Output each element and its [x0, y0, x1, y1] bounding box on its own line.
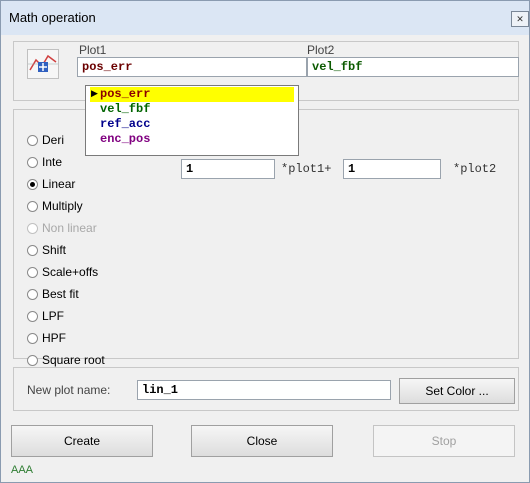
plot1-value: pos_err	[82, 60, 133, 74]
radio-label: LPF	[42, 309, 65, 323]
stop-button: Stop	[373, 425, 515, 457]
dropdown-item[interactable]: pos_err	[100, 87, 150, 101]
coef1-input[interactable]: 1	[181, 159, 275, 179]
plot1-select[interactable]: pos_err	[77, 57, 307, 77]
math-operation-window: Math operation ✕ Plot1 pos_err Plot2 vel…	[0, 0, 530, 483]
plot2-label: Plot2	[307, 43, 335, 57]
plot2-select[interactable]: vel_fbf	[307, 57, 519, 77]
dropdown-item[interactable]: enc_pos	[100, 132, 150, 146]
coef2-input[interactable]: 1	[343, 159, 441, 179]
new-plot-name-value: lin_1	[142, 383, 179, 397]
plot1-label: Plot1	[79, 43, 107, 57]
radio-label: Inte	[42, 155, 63, 169]
radio-label: Deri	[42, 133, 65, 147]
create-button[interactable]: Create	[11, 425, 153, 457]
radio-label: Square root	[42, 353, 105, 367]
plot2-coef-suffix: *plot2	[453, 162, 497, 176]
plot1-dropdown-list: ▶ pos_err vel_fbf ref_acc enc_pos	[85, 85, 299, 156]
radio-label: Best fit	[42, 287, 79, 301]
coef2-value: 1	[348, 162, 356, 176]
close-button[interactable]: Close	[191, 425, 333, 457]
dropdown-pointer-icon: ▶	[91, 88, 98, 98]
new-plot-name-label: New plot name:	[27, 383, 111, 397]
dropdown-item[interactable]: ref_acc	[100, 117, 150, 131]
dialog-client: Plot1 pos_err Plot2 vel_fbf ▶ pos_err ve…	[7, 35, 523, 476]
dropdown-item[interactable]: vel_fbf	[100, 102, 150, 116]
radio-label: Scale+offs	[42, 265, 99, 279]
title-bar: Math operation ✕	[1, 1, 529, 35]
plot1-coef-suffix: *plot1+	[281, 162, 332, 176]
window-title: Math operation	[9, 10, 96, 25]
plot-icon	[27, 49, 59, 79]
radio-label: Linear	[42, 177, 76, 191]
status-text: AAA	[11, 464, 34, 476]
radio-label: Non linear	[42, 221, 97, 235]
radio-label: HPF	[42, 331, 66, 345]
radio-label: Multiply	[42, 199, 83, 213]
radio-label: Shift	[42, 243, 67, 257]
set-color-button[interactable]: Set Color ...	[399, 378, 515, 404]
plot2-value: vel_fbf	[312, 60, 363, 74]
new-plot-name-input[interactable]: lin_1	[137, 380, 391, 400]
coef1-value: 1	[186, 162, 194, 176]
close-icon[interactable]: ✕	[511, 11, 529, 27]
